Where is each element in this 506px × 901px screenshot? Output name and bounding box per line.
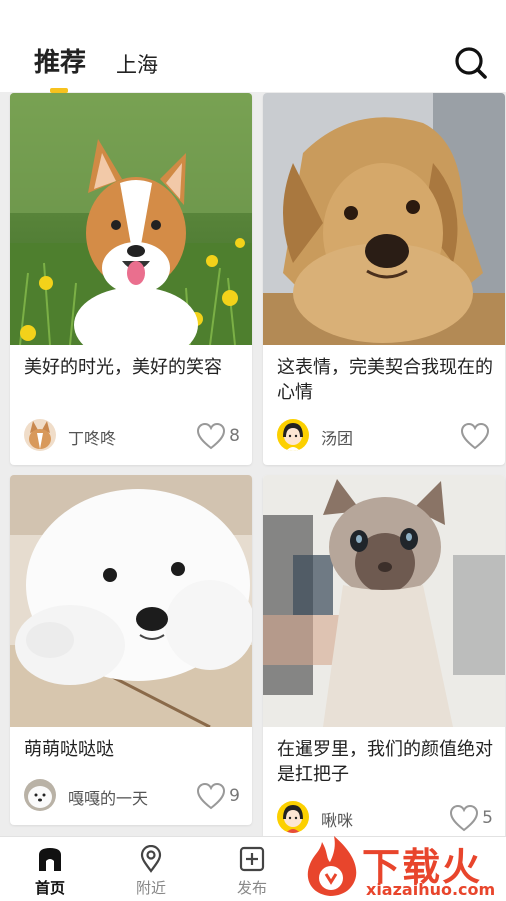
avatar[interactable] <box>277 419 309 451</box>
author-name[interactable]: 嘎嘎的一天 <box>68 785 148 809</box>
avatar[interactable] <box>24 779 56 811</box>
post-photo-corgi[interactable] <box>10 93 252 345</box>
post-footer: 丁咚咚 8 <box>10 415 252 455</box>
like-count: 8 <box>229 426 240 446</box>
post-title[interactable]: 在暹罗里，我们的颜值绝对是扛把子 <box>277 737 495 787</box>
heart-icon <box>197 422 226 450</box>
heart-icon <box>460 422 490 450</box>
tab-recommended[interactable]: 推荐 <box>34 46 86 80</box>
tab-shanghai[interactable]: 上海 <box>116 48 158 82</box>
like-button[interactable] <box>460 421 493 451</box>
flame-icon <box>307 836 357 896</box>
post-photo-samoyed-puppy[interactable] <box>10 475 252 727</box>
nav-label: 附近 <box>135 879 166 897</box>
nav-label: 发布 <box>236 879 267 897</box>
post-title[interactable]: 萌萌哒哒哒 <box>24 737 242 762</box>
search-icon <box>455 47 487 79</box>
post-footer: 啾咪 5 <box>263 797 505 837</box>
heart-icon <box>197 782 226 810</box>
author-name[interactable]: 丁咚咚 <box>68 425 116 449</box>
location-pin-icon <box>140 845 162 873</box>
post-footer: 嘎嘎的一天 9 <box>10 775 252 815</box>
nav-publish[interactable]: 发布 <box>222 837 282 901</box>
home-icon <box>39 848 61 871</box>
author-name[interactable]: 汤团 <box>321 425 353 449</box>
post-title[interactable]: 美好的时光，美好的笑容 <box>24 355 242 380</box>
post-card[interactable]: 这表情，完美契合我现在的心情 汤团 <box>263 93 505 465</box>
post-card[interactable]: 萌萌哒哒哒 嘎嘎的一天 9 <box>10 475 252 825</box>
post-title[interactable]: 这表情，完美契合我现在的心情 <box>277 355 495 405</box>
like-button[interactable]: 8 <box>196 421 240 451</box>
watermark-url: xiazaihuo.com <box>366 880 496 899</box>
post-photo-golden-retriever[interactable] <box>263 93 505 345</box>
avatar[interactable] <box>277 801 309 833</box>
post-footer: 汤团 <box>263 415 505 455</box>
like-count: 5 <box>482 808 493 828</box>
watermark-logo: 下载火 xiazaihuo.com <box>300 832 506 900</box>
post-card[interactable]: 美好的时光，美好的笑容 丁咚咚 8 <box>10 93 252 465</box>
search-button[interactable] <box>452 44 490 82</box>
post-card[interactable]: 在暹罗里，我们的颜值绝对是扛把子 啾咪 5 <box>263 475 505 847</box>
add-square-icon <box>239 846 265 872</box>
like-button[interactable]: 9 <box>196 781 240 811</box>
heart-icon <box>450 804 479 832</box>
nav-label: 首页 <box>34 879 65 897</box>
author-name[interactable]: 啾咪 <box>321 807 353 831</box>
like-count: 9 <box>229 786 240 806</box>
avatar[interactable] <box>24 419 56 451</box>
like-button[interactable]: 5 <box>449 803 493 833</box>
top-bar: 推荐 上海 <box>0 0 506 93</box>
nav-nearby[interactable]: 附近 <box>121 837 181 901</box>
post-photo-siamese-cat[interactable] <box>263 475 505 727</box>
nav-home[interactable]: 首页 <box>20 837 80 901</box>
